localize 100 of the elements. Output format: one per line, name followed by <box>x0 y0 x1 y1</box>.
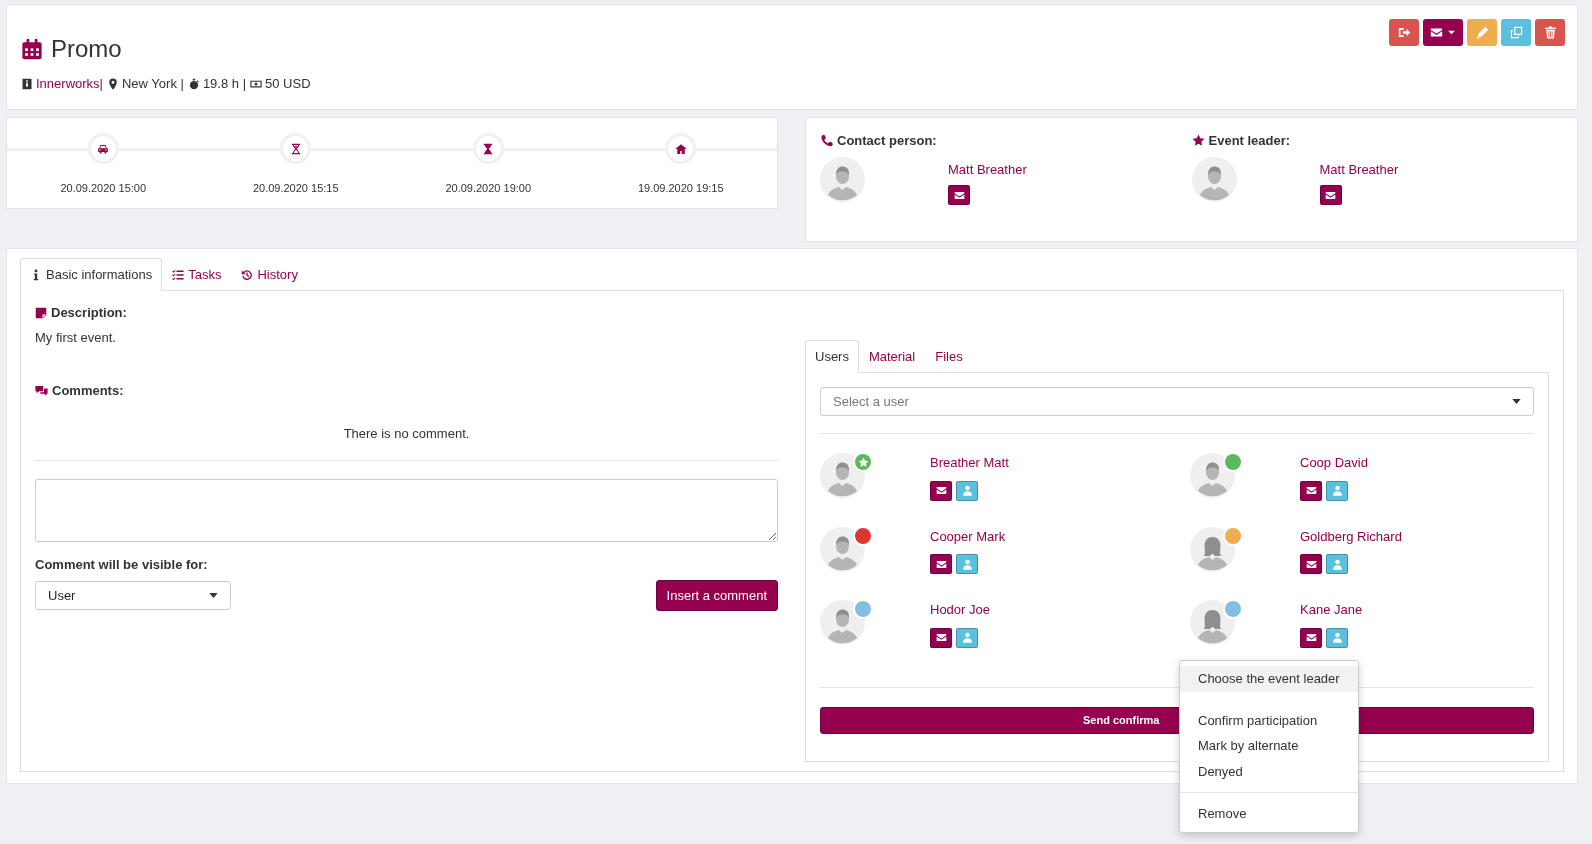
visibility-select[interactable]: User <box>35 580 231 610</box>
profile-button[interactable] <box>956 627 978 648</box>
timeline-date: 20.09.2020 15:15 <box>252 181 339 196</box>
budget-text: 50 USD <box>265 75 311 93</box>
email-button[interactable] <box>930 554 952 574</box>
menu-item[interactable]: Mark by alternate <box>1180 733 1358 759</box>
envelope-icon <box>1325 189 1336 201</box>
email-button[interactable] <box>1319 185 1342 205</box>
profile-button[interactable] <box>1326 554 1348 574</box>
tab[interactable]: History <box>231 258 308 291</box>
email-button[interactable] <box>930 627 952 648</box>
user-avatar <box>820 600 865 645</box>
field-label: Comment will be visible for: <box>35 556 209 574</box>
user-avatar <box>1191 156 1237 202</box>
tab[interactable]: Basic informations <box>20 258 163 291</box>
tab[interactable]: Users <box>805 340 859 373</box>
user-avatar <box>1190 600 1235 645</box>
empty-comments-text: There is no comment. <box>343 425 470 441</box>
history-icon <box>241 269 254 281</box>
description-text: My first event. <box>35 328 117 347</box>
calendar-icon <box>21 38 43 60</box>
user-avatar <box>1190 453 1235 498</box>
note-icon <box>35 306 47 319</box>
pencil-icon <box>1475 26 1489 39</box>
envelope-icon <box>935 485 947 496</box>
profile-button[interactable] <box>956 554 978 574</box>
contact-label: Contact person: <box>837 132 937 150</box>
star-icon <box>1191 134 1205 148</box>
user-name-link[interactable]: Coop David <box>1300 453 1368 473</box>
email-button[interactable] <box>1300 480 1322 501</box>
separator: | <box>99 75 103 93</box>
car-icon <box>97 142 110 155</box>
location-text: New York | <box>121 75 184 93</box>
envelope-icon <box>1305 558 1317 570</box>
user-name-link[interactable]: Goldberg Richard <box>1300 526 1402 546</box>
envelope-icon <box>1305 632 1317 643</box>
user-icon <box>1331 558 1343 570</box>
timeline-date: 20.09.2020 19:00 <box>445 181 532 196</box>
menu-item[interactable]: Choose the event leader <box>1180 666 1358 692</box>
user-icon <box>1331 632 1343 643</box>
menu-item[interactable]: Denyed <box>1180 758 1358 784</box>
event-title: Promo <box>51 37 122 61</box>
user-icon <box>961 632 973 643</box>
caret-icon <box>1447 28 1456 37</box>
envelope-icon <box>935 632 947 643</box>
envelope-icon <box>1305 485 1317 496</box>
sign-out-button[interactable] <box>1389 19 1419 46</box>
checklist-icon <box>172 269 185 281</box>
email-button[interactable] <box>1300 627 1322 648</box>
delete-button[interactable] <box>1535 19 1565 46</box>
user-name-link[interactable]: Breather Matt <box>930 453 1009 473</box>
user-name-link[interactable]: Kane Jane <box>1300 600 1363 620</box>
contact-label: Event leader: <box>1208 132 1291 150</box>
envelope-icon <box>953 189 965 201</box>
comments-icon <box>35 384 48 398</box>
tab[interactable]: Material <box>858 340 926 373</box>
copy-button[interactable] <box>1501 19 1531 46</box>
contact-name-link[interactable]: Matt Breather <box>948 159 1027 179</box>
stopwatch-icon <box>187 77 200 90</box>
email-button[interactable] <box>1300 554 1322 574</box>
insert-comment-button[interactable]: Insert a comment <box>655 579 778 611</box>
email-button[interactable] <box>930 480 952 501</box>
user-name-link[interactable]: Hodor Joe <box>930 600 990 620</box>
map-pin-icon <box>106 77 119 90</box>
phone-icon <box>820 134 833 148</box>
section-label: Description: <box>51 304 127 322</box>
contact-name-link[interactable]: Matt Breather <box>1319 159 1399 179</box>
menu-item[interactable]: Remove <box>1180 801 1358 827</box>
section-label: Comments: <box>52 382 124 400</box>
profile-button[interactable] <box>1326 480 1348 501</box>
id-card-icon <box>21 77 33 90</box>
user-avatar <box>820 453 865 498</box>
email-button[interactable] <box>948 185 970 205</box>
user-name-link[interactable]: Cooper Mark <box>930 526 1006 546</box>
menu-item[interactable]: Confirm participation <box>1180 707 1358 733</box>
profile-button[interactable] <box>956 480 978 501</box>
user-select[interactable]: Select a user <box>820 387 1534 416</box>
envelope-icon <box>1430 26 1443 39</box>
user-avatar <box>1190 526 1235 572</box>
user-icon <box>961 485 973 496</box>
hourglass-icon <box>482 142 495 155</box>
mail-dropdown-button[interactable] <box>1423 19 1463 46</box>
trash-icon <box>1543 26 1557 39</box>
tab[interactable]: Tasks <box>162 258 232 291</box>
duration-text: 19.8 h | <box>202 75 247 93</box>
hourglass-icon <box>289 142 302 155</box>
client-link[interactable]: Innerworks <box>36 74 100 94</box>
house-icon <box>674 142 687 155</box>
tab[interactable]: Files <box>925 340 973 373</box>
profile-button[interactable] <box>1326 627 1348 648</box>
user-icon <box>1331 485 1343 496</box>
sign-out-icon <box>1397 26 1411 39</box>
timeline-date: 19.09.2020 19:15 <box>637 181 724 196</box>
comment-field[interactable] <box>35 479 778 542</box>
user-avatar <box>820 526 865 572</box>
user-icon <box>961 558 973 570</box>
copy-icon <box>1509 26 1523 39</box>
user-avatar <box>820 156 865 202</box>
envelope-icon <box>935 558 947 570</box>
timeline-date: 20.09.2020 15:00 <box>60 181 147 196</box>
